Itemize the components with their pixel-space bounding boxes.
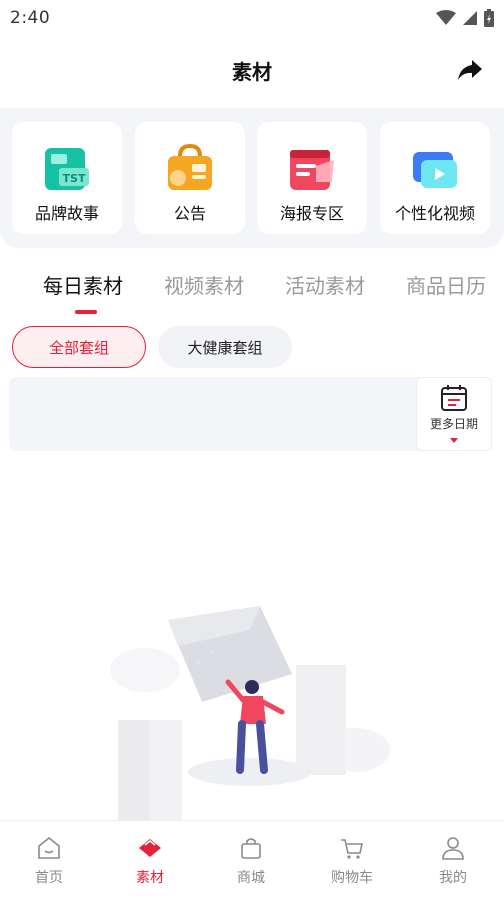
tab-event-material[interactable]: 活动素材: [285, 270, 365, 299]
page-title: 素材: [232, 59, 272, 84]
category-label: 品牌故事: [34, 204, 99, 223]
shop-bag-icon: [241, 838, 261, 859]
video-icon: [413, 152, 457, 188]
category-label: 个性化视频: [394, 204, 475, 223]
nav-label: 首页: [35, 870, 63, 886]
brand-story-icon: TST: [45, 148, 89, 190]
nav-label: 素材: [136, 870, 164, 886]
tab-video-material[interactable]: 视频素材: [164, 270, 244, 299]
status-time: 2:40: [10, 8, 51, 28]
nav-cart[interactable]: 购物车: [312, 835, 392, 887]
material-icon: [139, 839, 161, 857]
category-label: 公告: [173, 204, 206, 223]
tab-daily-material[interactable]: 每日素材: [43, 270, 123, 299]
profile-icon: [442, 837, 464, 860]
app-header: 素材: [0, 44, 504, 96]
more-dates-button[interactable]: 更多日期: [416, 377, 492, 451]
tab-product-calendar[interactable]: 商品日历: [406, 270, 486, 299]
cart-icon: [341, 839, 363, 859]
category-announcement[interactable]: 公告: [135, 122, 245, 234]
category-brand-story[interactable]: TST 品牌故事: [12, 122, 122, 234]
nav-home[interactable]: 首页: [9, 835, 89, 887]
material-tabs: 每日素材 视频素材 活动素材 商品日历: [0, 262, 504, 316]
bottom-tab-bar: 首页 素材 商城 购物车 我的: [0, 820, 504, 901]
date-strip[interactable]: 更多日期: [9, 377, 492, 451]
calendar-icon: [441, 385, 467, 411]
nav-shop[interactable]: 商城: [211, 835, 291, 887]
category-video[interactable]: 个性化视频: [380, 122, 490, 234]
filter-health-sets[interactable]: 大健康套组: [158, 326, 292, 368]
nav-material[interactable]: 素材: [110, 835, 190, 887]
more-dates-label: 更多日期: [429, 417, 478, 431]
empty-state-illustration: [110, 606, 390, 820]
signal-icon: [463, 11, 477, 25]
filter-all-sets[interactable]: 全部套组: [12, 326, 146, 368]
home-icon: [38, 836, 60, 859]
nav-label: 我的: [439, 870, 467, 886]
status-icons: [436, 9, 494, 27]
nav-label: 商城: [237, 870, 265, 886]
category-panel: TST 品牌故事 公告 海报专区 个性化视频: [0, 108, 504, 248]
nav-label: 购物车: [331, 870, 373, 886]
category-poster[interactable]: 海报专区: [257, 122, 367, 234]
tab-active-indicator: [75, 310, 97, 314]
category-label: 海报专区: [279, 204, 344, 223]
svg-text:TST: TST: [63, 172, 86, 185]
announcement-icon: [168, 143, 212, 190]
poster-icon: [290, 150, 334, 190]
share-icon[interactable]: [456, 56, 484, 84]
caret-down-icon: [450, 438, 458, 443]
status-bar: 2:40: [0, 0, 504, 36]
wifi-icon: [436, 10, 456, 25]
battery-icon: [484, 9, 494, 27]
nav-profile[interactable]: 我的: [413, 835, 493, 887]
